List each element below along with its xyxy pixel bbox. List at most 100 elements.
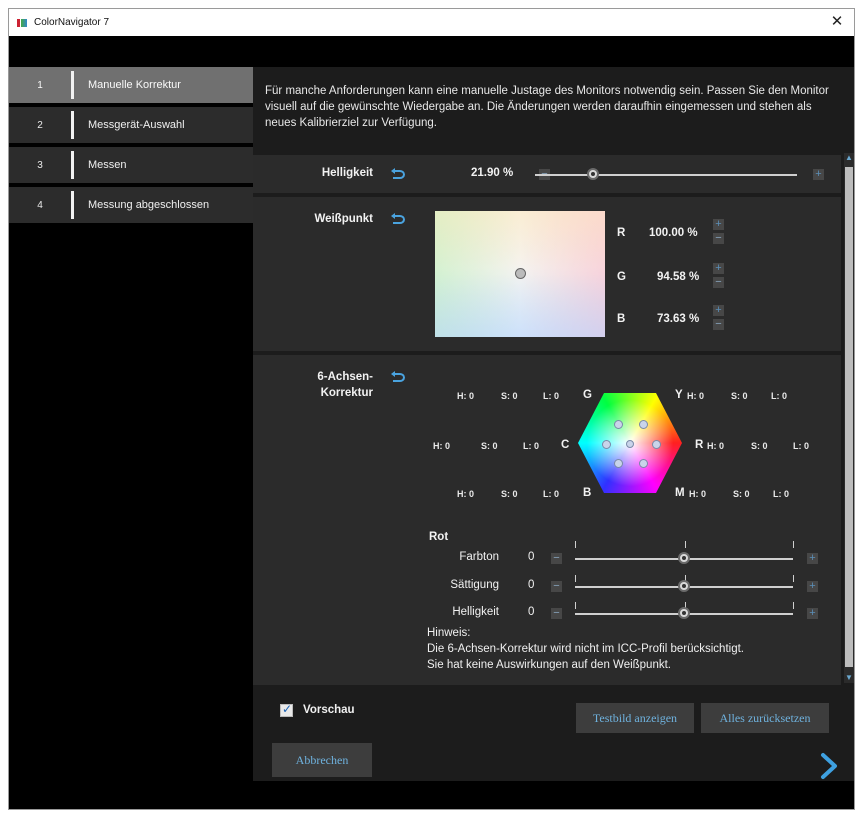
channel-b-minus-button[interactable]: −	[713, 319, 724, 330]
lightness-minus-button[interactable]: −	[551, 608, 562, 619]
axis-y-light: L: 0	[771, 391, 788, 401]
axis-center-handle[interactable]	[626, 440, 634, 448]
slider-tick	[685, 541, 686, 548]
axis-r-hue: H: 0	[707, 441, 725, 451]
whitepoint-marker[interactable]	[515, 268, 526, 279]
scroll-up-icon[interactable]: ▲	[845, 153, 853, 163]
step-number: 2	[37, 119, 43, 131]
axis-m-hue: H: 0	[689, 489, 707, 499]
hint-heading: Hinweis:	[427, 627, 471, 639]
channel-b-value: 73.63 %	[657, 313, 700, 325]
hue-slider-knob[interactable]	[678, 552, 690, 564]
channel-g-minus-button[interactable]: −	[713, 277, 724, 288]
cancel-button[interactable]: Abbrechen	[272, 743, 372, 777]
app-window: ColorNavigator 7 ✕ 1 Manuelle Korrektur …	[8, 8, 855, 810]
step-divider	[71, 111, 74, 139]
saturation-slider-value: 0	[528, 579, 535, 591]
channel-g-label: G	[617, 271, 626, 283]
selected-color-label: Rot	[429, 531, 449, 543]
hue-plus-button[interactable]: +	[807, 553, 818, 564]
lightness-plus-button[interactable]: +	[807, 608, 818, 619]
saturation-minus-button[interactable]: −	[551, 581, 562, 592]
lightness-slider-knob[interactable]	[678, 607, 690, 619]
sidebar-item-measure[interactable]: 3 Messen	[9, 147, 253, 183]
step-label: Manuelle Korrektur	[88, 79, 181, 91]
axis-m-sat: S: 0	[733, 489, 750, 499]
undo-icon[interactable]	[390, 371, 406, 383]
brightness-slider-knob[interactable]	[586, 168, 599, 180]
axis-c-hue: H: 0	[433, 441, 451, 451]
axis-c-letter[interactable]: C	[561, 439, 569, 451]
axis-r-sat: S: 0	[751, 441, 768, 451]
steps-sidebar: 1 Manuelle Korrektur 2 Messgerät-Auswahl…	[9, 67, 253, 227]
six-axis-label-line2: Korrektur	[320, 387, 373, 399]
title-bar: ColorNavigator 7 ✕	[9, 9, 854, 36]
brightness-plus-button[interactable]: +	[813, 169, 824, 180]
whitepoint-color-field[interactable]	[435, 211, 605, 337]
next-arrow-icon[interactable]	[817, 751, 841, 781]
color-hexagon[interactable]	[578, 393, 682, 493]
sidebar-item-manual-correction[interactable]: 1 Manuelle Korrektur	[9, 67, 253, 103]
axis-g-sat: S: 0	[501, 391, 518, 401]
intro-text: Für manche Anforderungen kann eine manue…	[265, 85, 829, 129]
slider-tick	[575, 541, 576, 548]
axis-handle-g[interactable]	[614, 420, 623, 429]
axis-r-letter[interactable]: R	[695, 439, 703, 451]
channel-g-value: 94.58 %	[657, 271, 700, 283]
axis-c-sat: S: 0	[481, 441, 498, 451]
saturation-plus-button[interactable]: +	[807, 581, 818, 592]
step-divider	[71, 71, 74, 99]
whitepoint-label: Weißpunkt	[314, 213, 373, 225]
hint-note: Hinweis: Die 6-Achsen-Korrektur wird nic…	[427, 625, 837, 673]
axis-handle-y[interactable]	[639, 420, 648, 429]
axis-handle-r[interactable]	[652, 440, 661, 449]
hue-slider-value: 0	[528, 551, 535, 563]
slider-tick	[793, 602, 794, 609]
axis-b-light: L: 0	[543, 489, 560, 499]
hue-minus-button[interactable]: −	[551, 553, 562, 564]
preview-label: Vorschau	[303, 704, 355, 716]
hint-line1: Die 6-Achsen-Korrektur wird nicht im ICC…	[427, 643, 744, 655]
six-axis-label-line1: 6-Achsen-	[317, 371, 373, 383]
reset-all-button[interactable]: Alles zurücksetzen	[701, 703, 829, 733]
lightness-slider-value: 0	[528, 606, 535, 618]
channel-r-minus-button[interactable]: −	[713, 233, 724, 244]
sidebar-item-device-selection[interactable]: 2 Messgerät-Auswahl	[9, 107, 253, 143]
axis-y-hue: H: 0	[687, 391, 705, 401]
scroll-down-icon[interactable]: ▼	[845, 673, 853, 683]
brightness-value: 21.90 %	[471, 167, 514, 179]
whitepoint-panel: Weißpunkt R 100.00 % + − G 94.58 % + − B…	[253, 197, 841, 351]
channel-r-label: R	[617, 227, 626, 239]
step-label: Messung abgeschlossen	[88, 199, 210, 211]
saturation-slider-knob[interactable]	[678, 580, 690, 592]
step-divider	[71, 191, 74, 219]
preview-checkbox[interactable]	[280, 702, 293, 717]
vertical-scrollbar[interactable]: ▲ ▼	[844, 153, 854, 683]
channel-g-plus-button[interactable]: +	[713, 263, 724, 274]
undo-icon[interactable]	[390, 213, 406, 225]
brightness-label: Helligkeit	[321, 167, 373, 179]
step-number: 1	[37, 79, 43, 91]
axis-b-sat: S: 0	[501, 489, 518, 499]
step-label: Messen	[88, 159, 127, 171]
saturation-slider-label: Sättigung	[450, 579, 499, 591]
show-test-image-button[interactable]: Testbild anzeigen	[576, 703, 694, 733]
scrollbar-thumb[interactable]	[845, 167, 853, 667]
close-icon[interactable]: ✕	[828, 13, 846, 31]
brightness-slider-track[interactable]	[535, 174, 797, 176]
axis-handle-b[interactable]	[614, 459, 623, 468]
undo-icon[interactable]	[390, 168, 406, 180]
channel-r-plus-button[interactable]: +	[713, 219, 724, 230]
axis-c-light: L: 0	[523, 441, 540, 451]
app-logo-icon	[17, 18, 29, 28]
axis-m-light: L: 0	[773, 489, 790, 499]
axis-handle-m[interactable]	[639, 459, 648, 468]
sidebar-item-measurement-complete[interactable]: 4 Messung abgeschlossen	[9, 187, 253, 223]
slider-tick	[793, 575, 794, 582]
step-number: 3	[37, 159, 43, 171]
axis-handle-c[interactable]	[602, 440, 611, 449]
channel-b-plus-button[interactable]: +	[713, 305, 724, 316]
main-content: Für manche Anforderungen kann eine manue…	[253, 67, 854, 781]
hue-slider-label: Farbton	[459, 551, 499, 563]
lightness-slider-label: Helligkeit	[452, 606, 499, 618]
